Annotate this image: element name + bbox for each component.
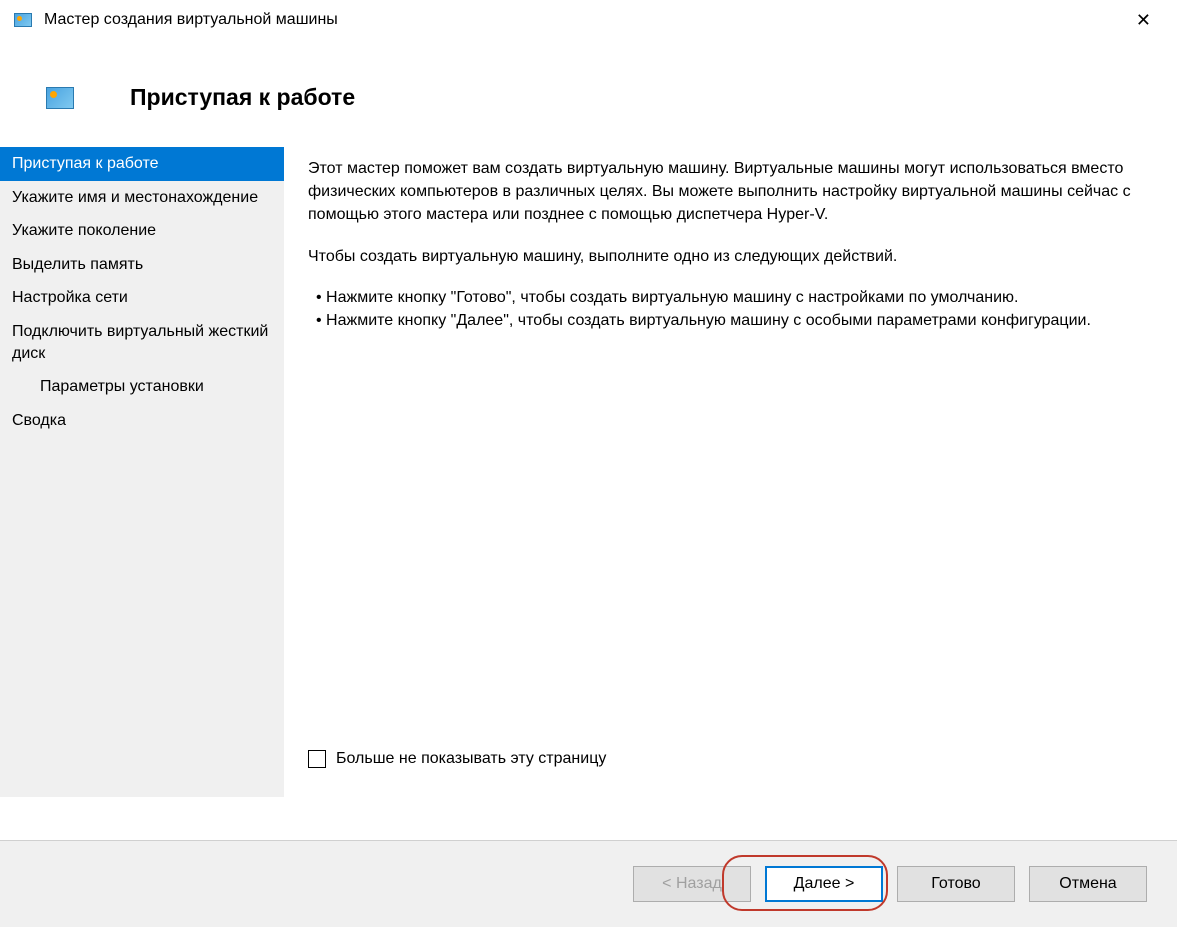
- titlebar: Мастер создания виртуальной машины ✕: [0, 0, 1177, 40]
- finish-button[interactable]: Готово: [897, 866, 1015, 902]
- sidebar-item-before-you-begin[interactable]: Приступая к работе: [0, 147, 284, 181]
- bullet-finish: • Нажмите кнопку "Готово", чтобы создать…: [308, 286, 1147, 309]
- next-button[interactable]: Далее >: [765, 866, 883, 902]
- wizard-header: Приступая к работе: [0, 40, 1177, 147]
- sidebar-item-name-location[interactable]: Укажите имя и местонахождение: [0, 181, 284, 215]
- cancel-button[interactable]: Отмена: [1029, 866, 1147, 902]
- sidebar-item-summary[interactable]: Сводка: [0, 404, 284, 438]
- page-title: Приступая к работе: [130, 84, 355, 111]
- intro-paragraph: Этот мастер поможет вам создать виртуаль…: [308, 157, 1147, 227]
- vm-wizard-icon: [14, 13, 32, 27]
- dont-show-again-row[interactable]: Больше не показывать эту страницу: [308, 721, 606, 797]
- sidebar-item-install-options[interactable]: Параметры установки: [0, 370, 284, 404]
- wizard-content: Этот мастер поможет вам создать виртуаль…: [284, 147, 1177, 797]
- close-icon[interactable]: ✕: [1124, 7, 1163, 33]
- window-title: Мастер создания виртуальной машины: [44, 11, 338, 29]
- dont-show-again-checkbox[interactable]: [308, 750, 326, 768]
- back-button: < Назад: [633, 866, 751, 902]
- vm-wizard-icon: [46, 87, 74, 109]
- sidebar-item-virtual-disk[interactable]: Подключить виртуальный жесткий диск: [0, 315, 284, 370]
- bullet-next: • Нажмите кнопку "Далее", чтобы создать …: [308, 309, 1147, 332]
- sidebar-item-memory[interactable]: Выделить память: [0, 248, 284, 282]
- instruction-paragraph: Чтобы создать виртуальную машину, выполн…: [308, 245, 1147, 268]
- sidebar-item-networking[interactable]: Настройка сети: [0, 281, 284, 315]
- wizard-footer: < Назад Далее > Готово Отмена: [0, 840, 1177, 927]
- wizard-steps-sidebar: Приступая к работе Укажите имя и местона…: [0, 147, 284, 797]
- dont-show-again-label: Больше не показывать эту страницу: [336, 747, 606, 770]
- sidebar-item-generation[interactable]: Укажите поколение: [0, 214, 284, 248]
